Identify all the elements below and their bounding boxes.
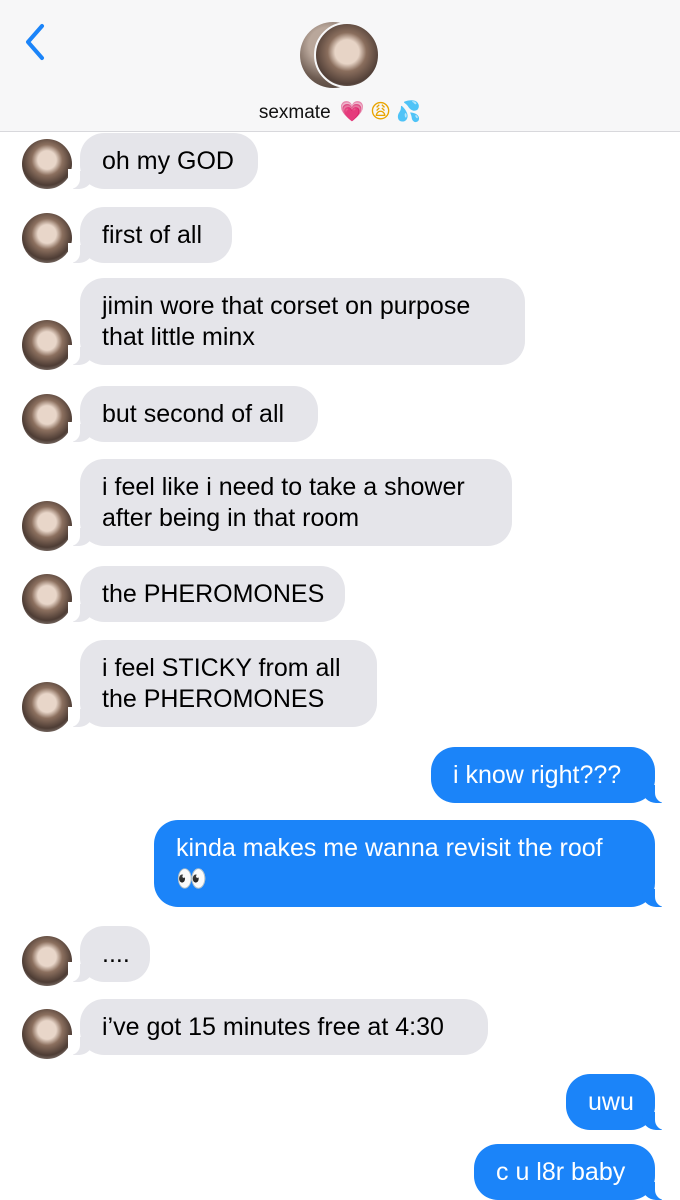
sender-avatar <box>22 320 72 370</box>
message-bubble-outgoing[interactable]: uwu <box>566 1074 667 1130</box>
message-bubble-incoming[interactable]: the PHEROMONES <box>68 566 345 622</box>
message-bubble-incoming[interactable]: but second of all <box>68 386 318 442</box>
sender-avatar <box>22 213 72 263</box>
chevron-left-icon <box>26 24 44 60</box>
sender-avatar <box>22 394 72 444</box>
sender-avatar <box>22 1009 72 1059</box>
contact-name-text: sexmate <box>258 102 331 123</box>
heart-emoji: 💗 <box>339 101 365 123</box>
sender-avatar <box>22 936 72 986</box>
message-text: the PHEROMONES <box>102 685 325 713</box>
contact-avatar[interactable] <box>300 22 380 90</box>
message-bubble-incoming[interactable]: .... <box>68 926 150 982</box>
contact-name[interactable]: sexmate 💗 😩 💦 <box>0 99 680 124</box>
sender-avatar <box>22 682 72 732</box>
message-bubble-outgoing[interactable]: i know right??? <box>431 747 667 803</box>
message-text: the PHEROMONES <box>102 580 325 608</box>
sender-avatar <box>22 501 72 551</box>
message-text: oh my GOD <box>102 147 234 175</box>
message-text: i feel like i need to take a shower <box>102 473 465 501</box>
sender-avatar <box>22 574 72 624</box>
message-text: that little minx <box>102 323 255 351</box>
message-bubble-outgoing[interactable]: c u l8r baby <box>474 1144 667 1200</box>
message-bubble-outgoing[interactable]: kinda makes me wanna revisit the roof 👀 <box>154 820 667 907</box>
weary-face-emoji: 😩 <box>370 101 391 123</box>
message-text: i know right??? <box>453 761 622 789</box>
avatar-primary <box>314 22 380 88</box>
message-text: c u l8r baby <box>496 1158 626 1186</box>
message-bubble-incoming[interactable]: i feel STICKY from all the PHEROMONES <box>68 640 377 727</box>
message-text: after being in that room <box>102 504 360 532</box>
message-bubble-incoming[interactable]: jimin wore that corset on purpose that l… <box>68 278 525 365</box>
message-text: jimin wore that corset on purpose <box>102 292 471 320</box>
message-bubble-incoming[interactable]: oh my GOD <box>68 133 258 189</box>
eyes-emoji: 👀 <box>176 865 208 893</box>
message-bubble-incoming[interactable]: i’ve got 15 minutes free at 4:30 <box>68 999 488 1055</box>
message-text: kinda makes me wanna revisit the roof <box>176 834 603 862</box>
conversation-header: sexmate 💗 😩 💦 <box>0 0 680 132</box>
message-text: but second of all <box>102 400 285 428</box>
sender-avatar <box>22 139 72 189</box>
message-text: i’ve got 15 minutes free at 4:30 <box>102 1013 444 1041</box>
message-text: .... <box>102 940 130 968</box>
back-button[interactable] <box>18 22 54 62</box>
message-text: i feel STICKY from all <box>102 654 341 682</box>
message-text: uwu <box>588 1088 634 1116</box>
message-bubble-incoming[interactable]: i feel like i need to take a shower afte… <box>68 459 512 546</box>
sweat-droplets-emoji: 💦 <box>396 101 422 123</box>
message-bubble-incoming[interactable]: first of all <box>68 207 232 263</box>
message-text: first of all <box>102 221 203 249</box>
